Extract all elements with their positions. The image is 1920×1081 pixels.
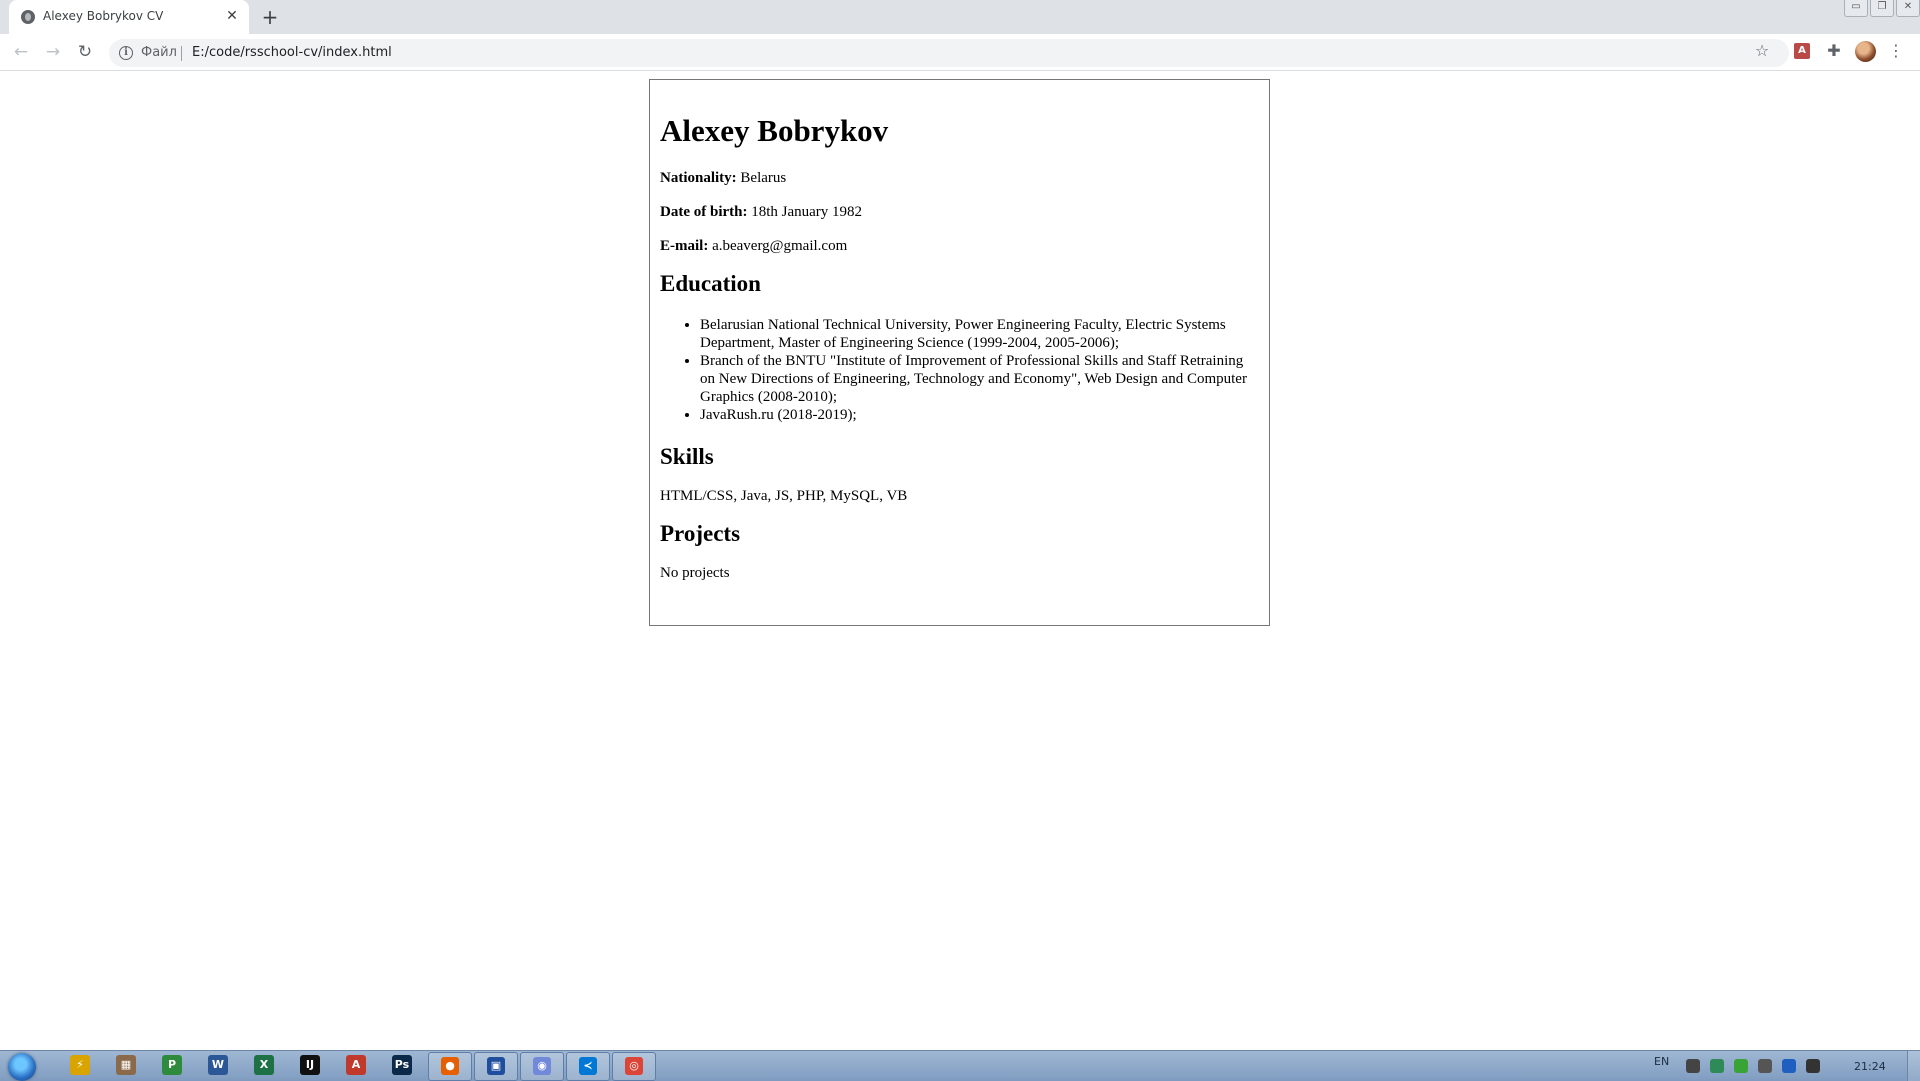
globe-icon bbox=[21, 10, 35, 24]
discord-taskbar-button[interactable]: ◉ bbox=[520, 1052, 564, 1081]
forward-button[interactable]: → bbox=[42, 41, 64, 63]
info-icon[interactable]: i bbox=[119, 46, 133, 60]
dob-row: Date of birth: 18th January 1982 bbox=[660, 203, 1259, 221]
back-button[interactable]: ← bbox=[10, 41, 32, 63]
word-icon[interactable]: W bbox=[208, 1055, 228, 1075]
education-heading: Education bbox=[660, 271, 761, 296]
browser-menu-icon[interactable]: ⋮ bbox=[1886, 41, 1906, 61]
clock[interactable]: 21:24 bbox=[1854, 1060, 1886, 1073]
firefox-icon: ● bbox=[441, 1057, 459, 1075]
nationality-label: Nationality: bbox=[660, 170, 737, 186]
new-tab-button[interactable]: + bbox=[258, 6, 282, 28]
network-tray-icon[interactable] bbox=[1758, 1059, 1772, 1073]
education-list: Belarusian National Technical University… bbox=[660, 316, 1259, 424]
email-value: a.beaverg@gmail.com bbox=[708, 238, 848, 254]
taskbar: ⚡ ▦ P W X IJ A Ps ● ▣ ◉ ≺ ◎ EN 21:24 bbox=[0, 1050, 1920, 1081]
education-item: JavaRush.ru (2018-2019); bbox=[700, 406, 1259, 424]
language-indicator[interactable]: EN bbox=[1654, 1055, 1669, 1068]
dob-value: 18th January 1982 bbox=[747, 204, 863, 220]
chrome-taskbar-button[interactable]: ◎ bbox=[612, 1052, 656, 1081]
profile-avatar[interactable] bbox=[1855, 41, 1876, 62]
shortcut-app-icon[interactable]: ⚡ bbox=[70, 1055, 90, 1075]
pdf-extension-icon[interactable]: A bbox=[1794, 43, 1810, 59]
acrobat-icon[interactable]: A bbox=[346, 1055, 366, 1075]
discord-icon: ◉ bbox=[533, 1057, 551, 1075]
dob-label: Date of birth: bbox=[660, 204, 748, 220]
tab-close-icon[interactable]: ✕ bbox=[223, 7, 241, 25]
url-text[interactable]: E:/code/rsschool-cv/index.html bbox=[192, 45, 392, 60]
cv-container: Alexey Bobrykov Nationality: Belarus Dat… bbox=[649, 79, 1270, 626]
bookmark-star-icon[interactable]: ☆ bbox=[1752, 41, 1772, 61]
tab-cv[interactable]: Alexey Bobrykov CV ✕ bbox=[9, 0, 249, 34]
intellij-icon[interactable]: IJ bbox=[300, 1055, 320, 1075]
education-item: Branch of the BNTU "Institute of Improve… bbox=[700, 352, 1259, 406]
extensions-puzzle-icon[interactable]: ✚ bbox=[1824, 41, 1844, 61]
window-controls: ▭ ❐ ✕ bbox=[1842, 0, 1920, 18]
excel-icon[interactable]: X bbox=[254, 1055, 274, 1075]
file-manager-icon[interactable]: ▦ bbox=[116, 1055, 136, 1075]
photoshop-icon[interactable]: Ps bbox=[392, 1055, 412, 1075]
firefox-taskbar-button[interactable]: ● bbox=[428, 1052, 472, 1081]
chrome-icon: ◎ bbox=[625, 1057, 643, 1075]
skills-text: HTML/CSS, Java, JS, PHP, MySQL, VB bbox=[660, 488, 908, 504]
projects-heading: Projects bbox=[660, 521, 741, 546]
project-icon[interactable]: P bbox=[162, 1055, 182, 1075]
save-app-icon: ▣ bbox=[487, 1057, 505, 1075]
volume-tray-icon[interactable] bbox=[1806, 1059, 1820, 1073]
close-window-button[interactable]: ✕ bbox=[1896, 0, 1920, 17]
discord-tray-icon[interactable] bbox=[1686, 1059, 1700, 1073]
show-desktop-button[interactable] bbox=[1907, 1051, 1920, 1081]
start-button[interactable] bbox=[8, 1053, 36, 1081]
skills-heading: Skills bbox=[660, 444, 714, 469]
email-label: E-mail: bbox=[660, 238, 709, 254]
browser-toolbar: ← → ↻ i Файл E:/code/rsschool-cv/index.h… bbox=[0, 34, 1920, 71]
nationality-row: Nationality: Belarus bbox=[660, 169, 1259, 187]
projects-text: No projects bbox=[660, 565, 730, 581]
nationality-value: Belarus bbox=[736, 170, 787, 186]
scheme-label: Файл bbox=[141, 45, 177, 60]
cv-name-heading: Alexey Bobrykov bbox=[660, 113, 889, 148]
minimize-button[interactable]: ▭ bbox=[1844, 0, 1868, 17]
reload-button[interactable]: ↻ bbox=[74, 41, 96, 63]
tab-strip: Alexey Bobrykov CV ✕ + ▭ ❐ ✕ bbox=[0, 0, 1920, 34]
address-bar[interactable]: i Файл E:/code/rsschool-cv/index.html bbox=[109, 39, 1789, 67]
restore-button[interactable]: ❐ bbox=[1870, 0, 1894, 17]
storage-tray-icon[interactable] bbox=[1782, 1059, 1796, 1073]
omnibox-divider bbox=[181, 46, 182, 61]
app-tray-icon[interactable] bbox=[1710, 1059, 1724, 1073]
email-row: E-mail: a.beaverg@gmail.com bbox=[660, 237, 1259, 255]
education-item: Belarusian National Technical University… bbox=[700, 316, 1259, 352]
tab-title: Alexey Bobrykov CV bbox=[43, 9, 164, 23]
security-tray-icon[interactable] bbox=[1734, 1059, 1748, 1073]
vscode-icon: ≺ bbox=[579, 1057, 597, 1075]
vscode-taskbar-button[interactable]: ≺ bbox=[566, 1052, 610, 1081]
save-app-taskbar-button[interactable]: ▣ bbox=[474, 1052, 518, 1081]
